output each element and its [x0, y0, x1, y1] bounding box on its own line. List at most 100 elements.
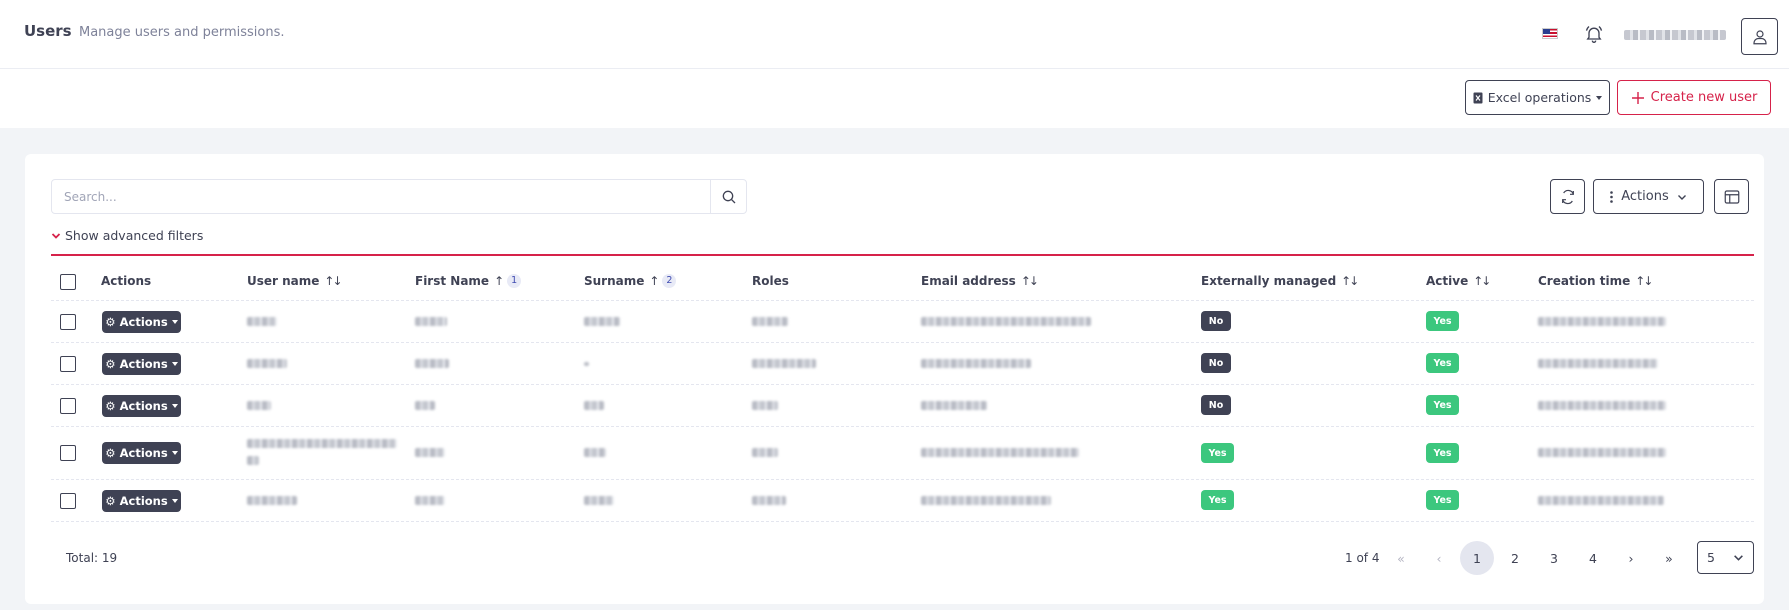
- row-actions-label: Actions: [119, 494, 168, 508]
- row-actions-button[interactable]: ⚙ Actions: [102, 395, 181, 417]
- row-actions-label: Actions: [119, 399, 168, 413]
- row-actions-button[interactable]: ⚙ Actions: [102, 490, 181, 512]
- column-surname-label: Surname: [584, 274, 645, 288]
- page-4-button[interactable]: 4: [1576, 541, 1610, 575]
- page-3-button[interactable]: 3: [1537, 541, 1571, 575]
- top-header: Users Manage users and permissions.: [0, 0, 1789, 69]
- user-name-cell: [247, 317, 277, 326]
- row-checkbox[interactable]: [60, 445, 76, 461]
- column-email[interactable]: Email address ↑↓: [921, 274, 1039, 288]
- sort-asc-icon: ↑: [649, 274, 659, 288]
- roles-cell: [752, 496, 786, 505]
- column-active[interactable]: Active ↑↓: [1426, 274, 1491, 288]
- row-actions-button[interactable]: ⚙ Actions: [102, 442, 181, 464]
- creation-time-cell: [1538, 317, 1666, 326]
- email-cell: [921, 448, 1079, 457]
- first-page-button[interactable]: «: [1384, 541, 1418, 575]
- caret-down-icon: [171, 404, 178, 408]
- first-name-cell: [415, 317, 447, 326]
- sort-asc-icon: ↑: [494, 274, 504, 288]
- vertical-dots-icon: [1610, 190, 1614, 203]
- create-new-user-label: Create new user: [1650, 90, 1758, 105]
- sort-order-badge: 2: [662, 274, 677, 288]
- creation-time-cell: [1538, 359, 1658, 368]
- active-badge: Yes: [1426, 311, 1459, 331]
- row-checkbox[interactable]: [60, 356, 76, 372]
- search-box: [51, 179, 747, 214]
- table-actions-label: Actions: [1621, 189, 1669, 204]
- first-name-cell: [415, 359, 449, 368]
- row-actions-button[interactable]: ⚙ Actions: [102, 311, 181, 333]
- row-checkbox[interactable]: [60, 398, 76, 414]
- row-checkbox[interactable]: [60, 314, 76, 330]
- page-size-select[interactable]: 5: [1697, 541, 1754, 574]
- search-input[interactable]: [52, 180, 710, 213]
- column-user-name-label: User name: [247, 274, 320, 288]
- show-advanced-filters-toggle[interactable]: Show advanced filters: [51, 228, 203, 243]
- active-badge: Yes: [1426, 353, 1459, 373]
- gear-icon: ⚙: [105, 357, 116, 371]
- page-size-value: 5: [1707, 550, 1715, 565]
- row-checkbox[interactable]: [60, 493, 76, 509]
- externally-managed-badge: No: [1201, 395, 1231, 415]
- column-active-label: Active: [1426, 274, 1469, 288]
- chevron-down-icon: [1677, 194, 1686, 200]
- column-email-label: Email address: [921, 274, 1016, 288]
- sort-icon: ↑↓: [1341, 274, 1359, 288]
- active-badge: Yes: [1426, 490, 1459, 510]
- surname-cell: [584, 401, 604, 410]
- column-creation-time[interactable]: Creation time ↑↓: [1538, 274, 1653, 288]
- caret-down-icon: [171, 320, 178, 324]
- column-externally-managed-label: Externally managed: [1201, 274, 1337, 288]
- caret-down-icon: [171, 499, 178, 503]
- sort-icon: ↑↓: [1020, 274, 1039, 288]
- previous-page-button[interactable]: ‹: [1422, 541, 1456, 575]
- externally-managed-badge: No: [1201, 311, 1231, 331]
- table-row: ⚙ Actions Yes Yes: [51, 480, 1754, 522]
- roles-cell: [752, 401, 778, 410]
- column-externally-managed[interactable]: Externally managed ↑↓: [1201, 274, 1359, 288]
- next-page-button[interactable]: ›: [1614, 541, 1648, 575]
- filter-divider: [51, 254, 1754, 256]
- user-profile-button[interactable]: [1741, 18, 1778, 55]
- table-row: ⚙ Actions Yes Yes: [51, 427, 1754, 480]
- gear-icon: ⚙: [105, 494, 116, 508]
- last-page-button[interactable]: »: [1652, 541, 1686, 575]
- creation-time-cell: [1538, 496, 1664, 505]
- roles-cell: [752, 359, 816, 368]
- us-flag-icon[interactable]: [1542, 28, 1558, 39]
- notification-bell-icon[interactable]: [1584, 24, 1604, 44]
- column-surname[interactable]: Surname ↑ 2: [584, 274, 677, 288]
- sort-icon: ↑↓: [1635, 274, 1653, 288]
- email-cell: [921, 496, 1051, 505]
- table-actions-button[interactable]: Actions: [1593, 179, 1704, 214]
- column-user-name[interactable]: User name ↑↓: [247, 274, 343, 288]
- refresh-button[interactable]: [1550, 179, 1585, 214]
- first-name-cell: [415, 496, 445, 505]
- plus-icon: [1631, 91, 1644, 104]
- create-new-user-button[interactable]: Create new user: [1617, 80, 1771, 115]
- column-settings-button[interactable]: [1714, 179, 1749, 214]
- excel-operations-button[interactable]: Excel operations: [1465, 80, 1610, 115]
- user-name-cell: [247, 496, 297, 505]
- page-2-button[interactable]: 2: [1498, 541, 1532, 575]
- user-name-cell-wrap: [247, 456, 259, 465]
- column-first-name[interactable]: First Name ↑ 1: [415, 274, 522, 288]
- current-user-name[interactable]: [1624, 30, 1726, 40]
- caret-down-icon: [171, 451, 178, 455]
- creation-time-cell: [1538, 448, 1666, 457]
- excel-file-icon: [1473, 92, 1483, 103]
- page-1-button[interactable]: 1: [1460, 541, 1494, 575]
- creation-time-cell: [1538, 401, 1666, 410]
- table-header: Actions User name ↑↓ First Name ↑ 1 Surname…: [51, 262, 1754, 301]
- select-all-checkbox[interactable]: [60, 274, 76, 290]
- page-subtitle: Manage users and permissions.: [79, 25, 285, 40]
- search-button[interactable]: [710, 180, 746, 213]
- column-roles: Roles: [752, 274, 789, 288]
- surname-cell: [584, 362, 589, 366]
- surname-cell: [584, 317, 620, 326]
- column-actions: Actions: [101, 274, 151, 288]
- email-cell: [921, 359, 1031, 368]
- row-actions-button[interactable]: ⚙ Actions: [102, 353, 181, 375]
- page-title: Users: [24, 22, 72, 40]
